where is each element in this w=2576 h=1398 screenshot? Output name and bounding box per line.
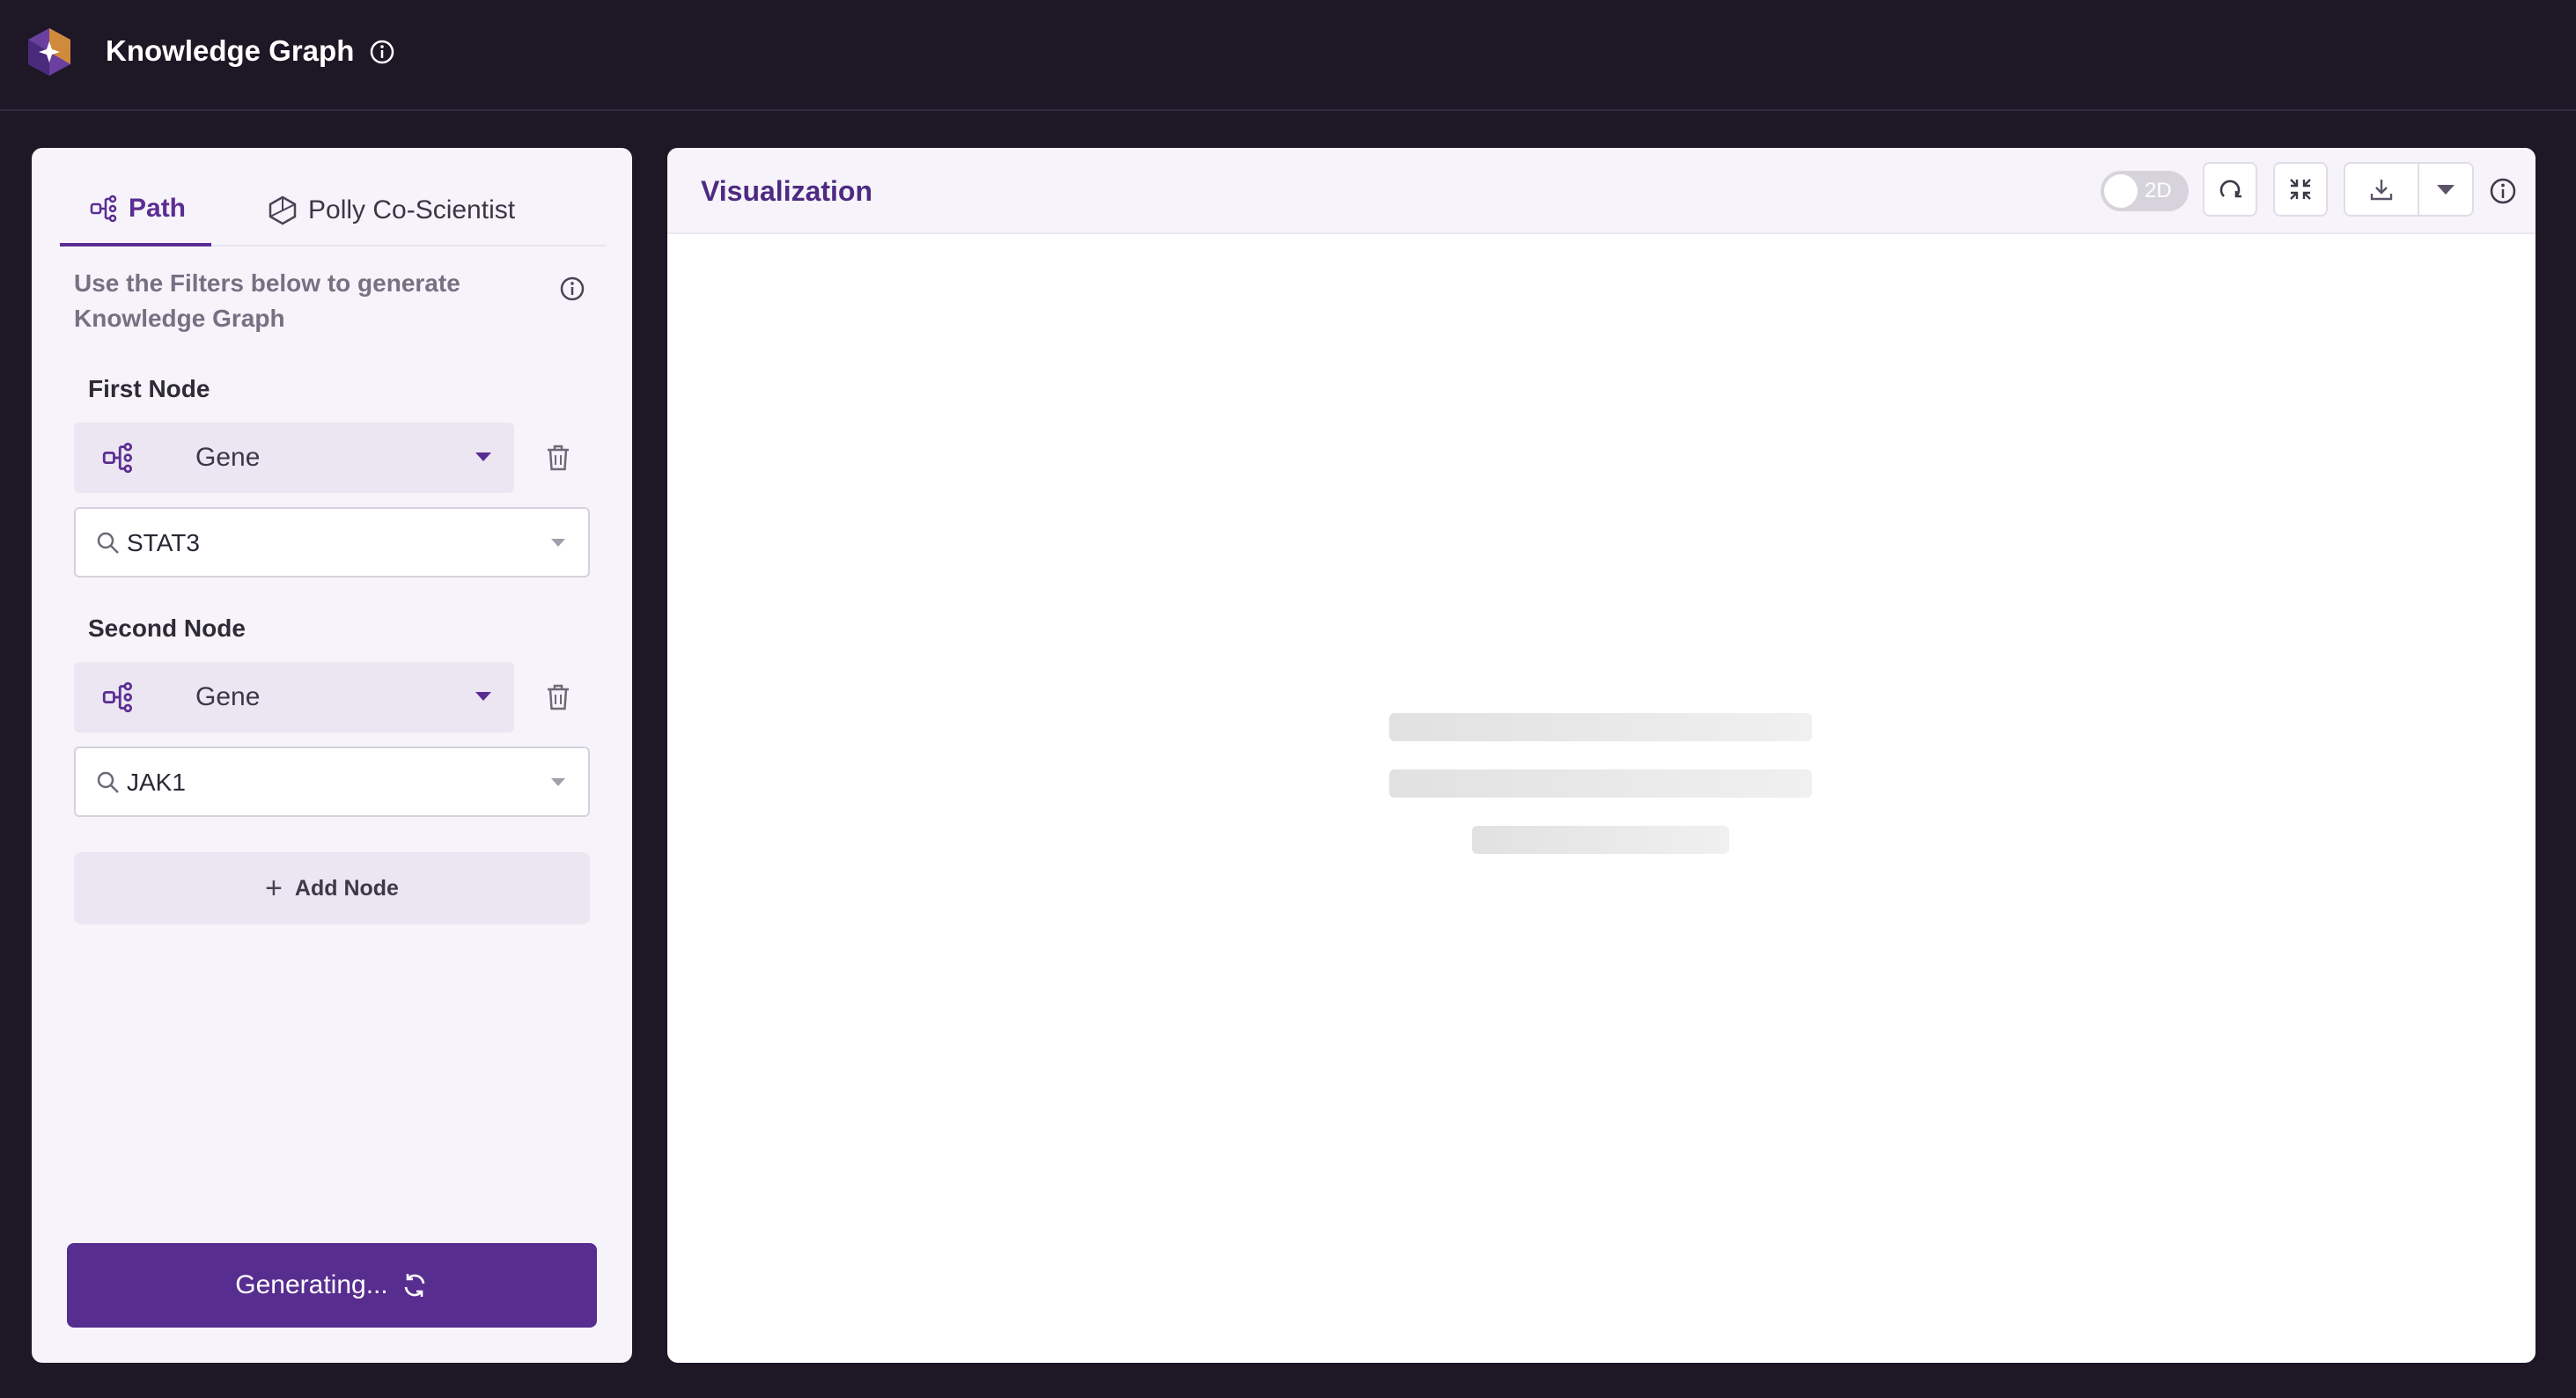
download-button[interactable] [2345,164,2419,215]
first-node-search-value: STAT3 [127,529,200,556]
second-node-label: Second Node [88,614,246,642]
visualization-panel: Visualization 2D [667,148,2536,1363]
node-graph-icon [102,681,133,713]
fullscreen-button[interactable] [2273,162,2328,217]
second-node-search-value: JAK1 [127,769,186,796]
first-node-type-select[interactable]: Gene [74,423,514,493]
loading-skeleton-line [1389,713,1812,741]
chevron-down-icon [2437,184,2455,195]
search-icon [97,532,119,554]
search-icon [97,771,119,793]
chevron-down-icon [475,692,491,701]
loading-skeleton-line [1472,826,1729,854]
trash-icon[interactable] [544,443,572,473]
loading-skeleton-line [1389,769,1812,798]
info-icon[interactable] [558,275,586,303]
logo-icon [28,28,70,76]
download-icon [2370,180,2393,201]
node-graph-icon [102,442,133,474]
plus-icon: + [265,872,283,905]
2d-toggle[interactable]: 2D [2101,171,2189,211]
collapse-icon [2290,179,2311,200]
generate-button[interactable]: Generating... [67,1243,597,1328]
visualization-title: Visualization [701,175,873,207]
node-graph-icon [90,195,117,223]
second-node-type-select[interactable]: Gene [74,662,514,732]
toggle-knob [2104,174,2138,208]
chevron-down-icon[interactable] [551,778,565,786]
add-node-button[interactable]: + Add Node [74,852,590,924]
tab-path[interactable]: Path [60,174,211,246]
add-node-label: Add Node [294,876,399,901]
refresh-spinner-icon [404,1274,425,1297]
first-node-type-value: Gene [195,443,261,472]
download-options-button[interactable] [2419,164,2472,215]
chevron-down-icon[interactable] [551,539,565,547]
download-split-button [2344,162,2474,217]
panel-tabs: Path Polly Co-Scientist [60,174,606,246]
reset-view-button[interactable] [2203,162,2257,217]
second-node-search-input[interactable]: JAK1 [74,747,590,817]
hexagon-icon [269,195,297,225]
first-node-search-input[interactable]: STAT3 [74,507,590,578]
first-node-label: First Node [88,375,210,402]
chevron-down-icon [475,453,491,461]
tab-path-label: Path [129,194,187,223]
top-bar: Knowledge Graph [0,0,2576,111]
filters-panel: Path Polly Co-Scientist Use the Filters … [32,148,632,1363]
rotate-icon [2219,180,2241,198]
info-icon[interactable] [2488,176,2518,206]
info-icon[interactable] [368,38,396,66]
trash-icon[interactable] [544,682,572,712]
filters-instructions: Use the Filters below to generate Knowle… [74,269,460,332]
visualization-header: Visualization 2D [667,148,2536,234]
tab-polly-label: Polly Co-Scientist [308,195,516,224]
tab-polly-co-scientist[interactable]: Polly Co-Scientist [268,174,515,246]
app-title: Knowledge Graph [106,34,355,67]
second-node-type-value: Gene [195,682,261,711]
generate-button-label: Generating... [235,1270,388,1299]
toggle-label: 2D [2145,179,2172,202]
